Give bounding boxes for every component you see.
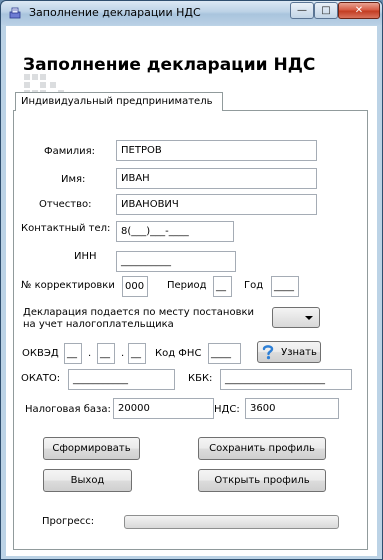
maximize-button[interactable]: □ — [314, 2, 338, 19]
period-label: Период — [167, 280, 207, 291]
inn-label: ИНН — [74, 251, 97, 262]
find-out-button[interactable]: Узнать — [257, 341, 321, 363]
close-button[interactable]: ✕ — [338, 2, 380, 19]
okato-field[interactable]: ___________ — [68, 369, 175, 390]
phone-label: Контактный тел: — [21, 223, 111, 234]
inn-field[interactable]: __________ — [116, 251, 236, 272]
year-field[interactable]: ____ — [271, 276, 299, 297]
phone-field[interactable]: 8(___)___-____ — [116, 221, 234, 242]
form-area: Заполнение декларации НДС Индивидуальный… — [6, 26, 377, 556]
declaration-place-label-line2: на учет налогоплательщика — [23, 319, 174, 330]
correction-field[interactable]: 000 — [122, 276, 148, 297]
okved-part3-field[interactable]: __ — [128, 343, 146, 364]
progress-bar — [124, 515, 339, 529]
save-profile-button[interactable]: Сохранить профиль — [198, 437, 326, 460]
title-bar[interactable]: Заполнение декларации НДС — □ ✕ — [1, 1, 382, 25]
vat-label: НДС: — [214, 404, 240, 415]
okved-label: ОКВЭД — [22, 348, 59, 359]
surname-field[interactable]: ПЕТРОВ — [116, 140, 317, 161]
close-icon: ✕ — [354, 5, 364, 16]
open-profile-button[interactable]: Открыть профиль — [198, 469, 326, 492]
tax-base-field[interactable]: 20000 — [113, 398, 214, 419]
window-title: Заполнение декларации НДС — [29, 6, 201, 19]
application-window: Заполнение декларации НДС — □ ✕ Заполнен… — [0, 0, 383, 560]
kbk-label: КБК: — [188, 373, 213, 384]
fns-code-label: Код ФНС — [155, 348, 202, 359]
name-field[interactable]: ИВАН — [116, 168, 317, 189]
fns-code-field[interactable]: ____ — [208, 343, 241, 364]
patronymic-field[interactable]: ИВАНОВИЧ — [116, 194, 317, 215]
okved-dot1: . — [88, 348, 92, 359]
progress-label: Прогресс: — [42, 516, 95, 527]
page-title: Заполнение декларации НДС — [23, 55, 316, 75]
vat-field[interactable]: 3600 — [245, 398, 339, 419]
generate-button[interactable]: Сформировать — [43, 437, 140, 460]
okved-part2-field[interactable]: __ — [97, 343, 115, 364]
chevron-down-icon — [305, 316, 313, 320]
kbk-field[interactable]: ____________________ — [220, 369, 352, 390]
name-label: Имя: — [61, 174, 86, 185]
okato-label: ОКАТО: — [21, 373, 61, 384]
declaration-place-label-line1: Декларация подается по месту постановки — [23, 307, 255, 318]
okved-part1-field[interactable]: __ — [64, 343, 82, 364]
okved-dot2: . — [121, 348, 125, 359]
surname-label: Фамилия: — [44, 146, 96, 157]
year-label: Год — [244, 280, 264, 291]
minimize-button[interactable]: — — [290, 2, 314, 19]
find-out-button-label: Узнать — [281, 346, 317, 358]
declaration-place-dropdown[interactable] — [272, 307, 320, 328]
correction-label: № корректировки — [21, 280, 115, 291]
maximize-icon: □ — [321, 5, 331, 16]
app-icon — [9, 7, 21, 19]
patronymic-label: Отчество: — [39, 199, 92, 210]
minimize-icon: — — [297, 5, 307, 16]
exit-button[interactable]: Выход — [43, 469, 132, 492]
tab-individual-entrepreneur[interactable]: Индивидуальный предприниматель — [15, 92, 223, 111]
tax-base-label: Налоговая база: — [25, 404, 111, 415]
period-field[interactable]: __ — [213, 276, 232, 297]
question-icon — [262, 345, 274, 360]
